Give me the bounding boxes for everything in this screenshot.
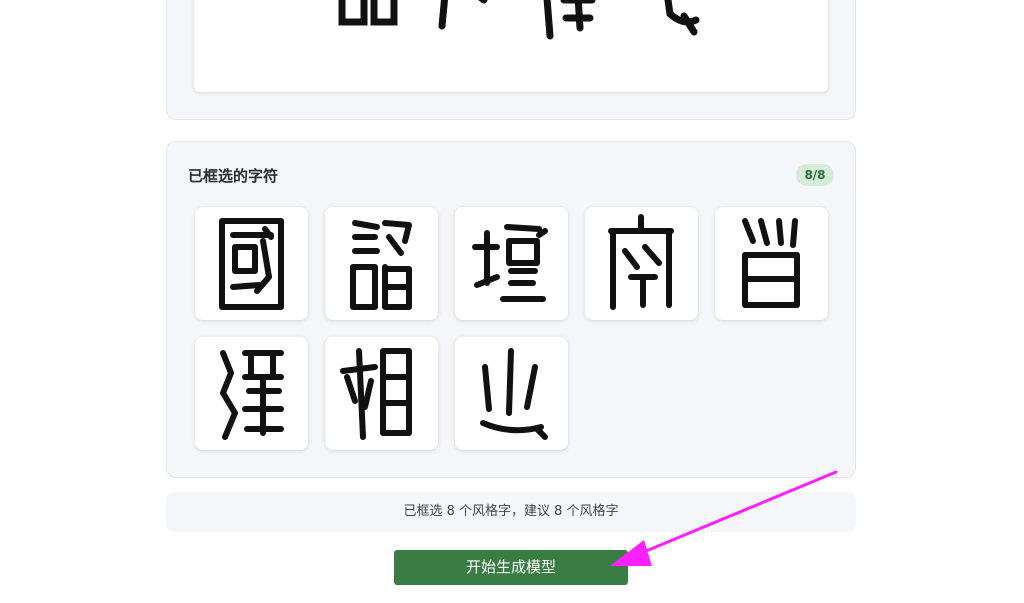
- character-tile-7[interactable]: [325, 337, 438, 450]
- guo-seal-glyph: [219, 218, 284, 310]
- zhi-seal-glyph: [480, 348, 548, 440]
- character-tile-2[interactable]: [325, 207, 438, 320]
- selection-count-badge: 8/8: [796, 164, 834, 186]
- kong-seal-glyph: [608, 214, 674, 310]
- start-generate-model-button[interactable]: 开始生成模型: [394, 550, 628, 585]
- page-canvas: 已框选的字符 8/8 已框选 8 个风格字，建议 8 个风格字 开始生成模型: [0, 0, 1024, 603]
- character-tile-5[interactable]: [715, 207, 828, 320]
- character-tile-1[interactable]: [195, 207, 308, 320]
- source-image: [194, 0, 828, 92]
- shao-seal-glyph: [350, 220, 412, 310]
- gu-seal-glyph: [742, 218, 800, 308]
- character-tile-4[interactable]: [585, 207, 698, 320]
- source-calligraphy-strokes: [338, 0, 700, 40]
- panel-title: 已框选的字符: [188, 167, 279, 185]
- character-tile-6[interactable]: [195, 337, 308, 450]
- character-tile-8[interactable]: [455, 337, 568, 450]
- selection-info: 已框选 8 个风格字，建议 8 个风格字: [166, 492, 856, 532]
- xiang-seal-glyph: [340, 348, 412, 440]
- character-tile-3[interactable]: [455, 207, 568, 320]
- han-seal-glyph: [220, 350, 284, 440]
- tan-seal-glyph: [472, 224, 548, 302]
